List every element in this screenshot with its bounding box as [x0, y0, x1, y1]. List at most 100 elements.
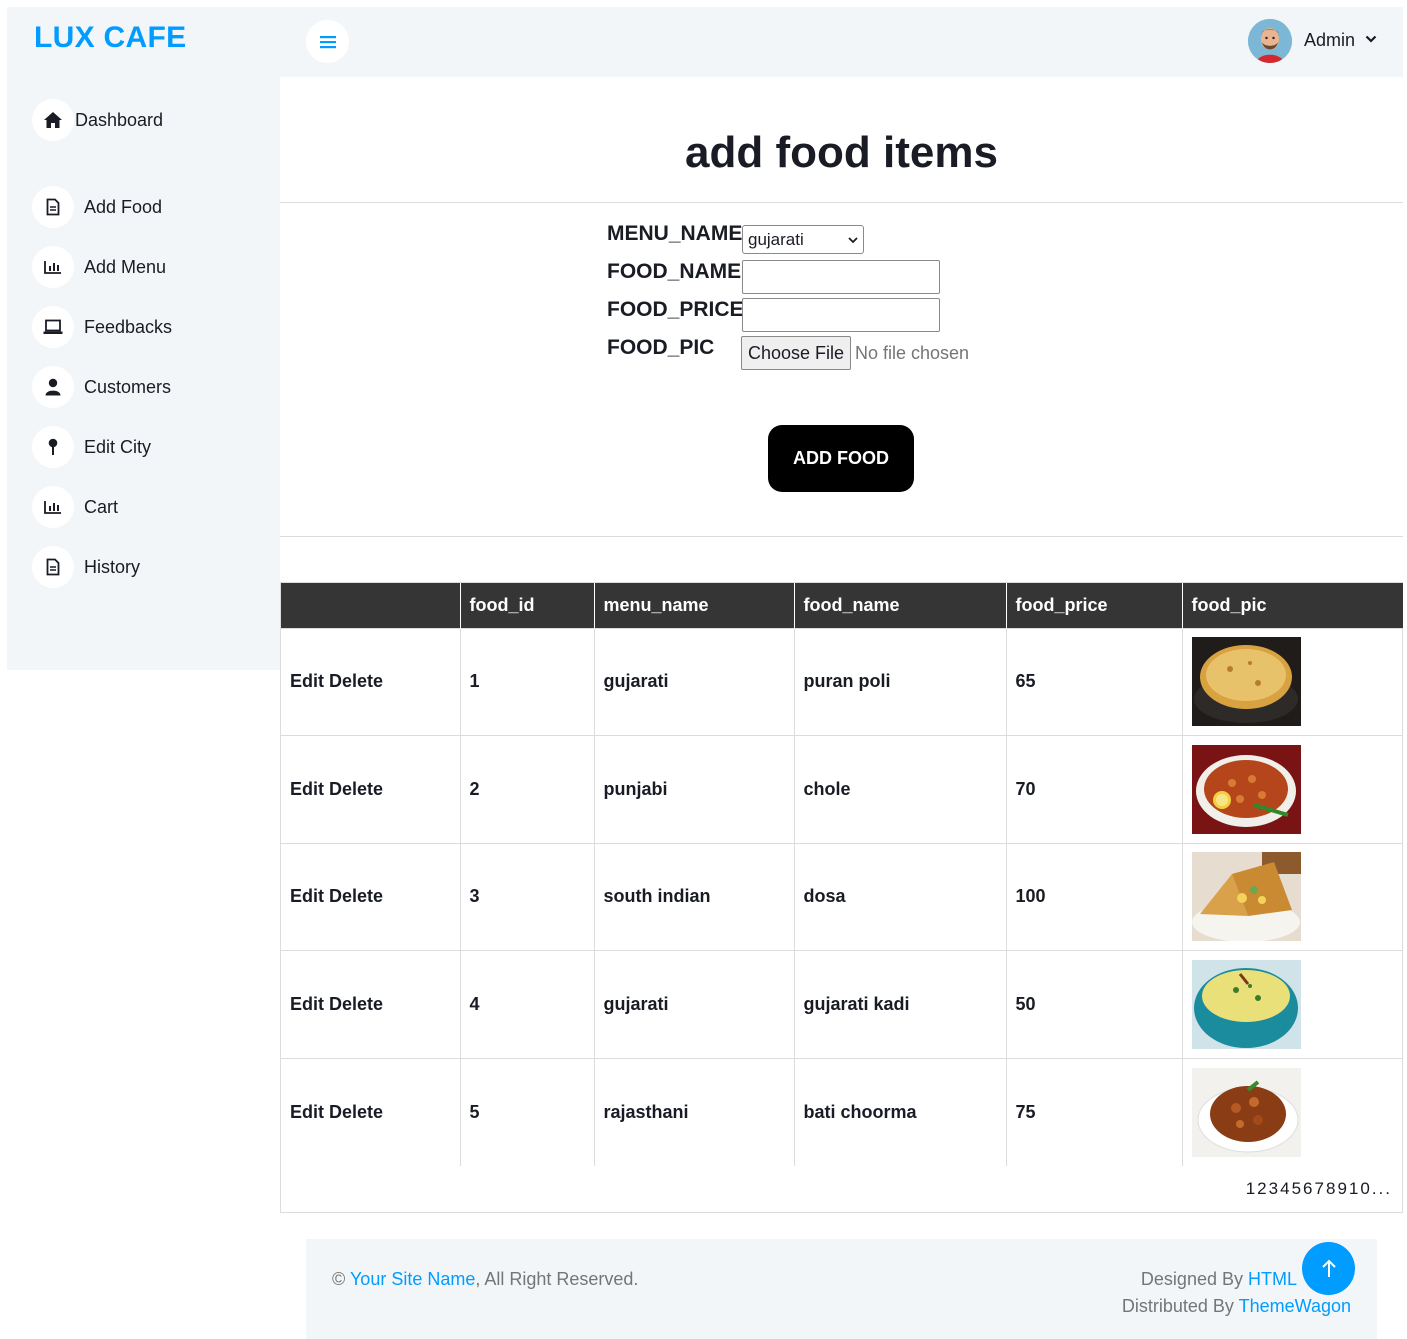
column-header-food-pic: food_pic: [1181, 583, 1403, 628]
column-header-actions: [281, 583, 460, 628]
choose-file-button[interactable]: Choose File: [741, 336, 851, 370]
sidebar-item-feedbacks[interactable]: Feedbacks: [32, 306, 172, 348]
edit-link[interactable]: Edit: [290, 886, 324, 906]
food-pic-cell: [1181, 735, 1403, 843]
sidebar-item-label: Add Menu: [84, 256, 167, 277]
edit-link[interactable]: Edit: [290, 1102, 324, 1122]
page-link[interactable]: 6: [1303, 1179, 1314, 1198]
file-icon: [32, 546, 74, 588]
bar-chart-icon: [32, 246, 74, 288]
site-name-link[interactable]: Your Site Name: [350, 1269, 475, 1289]
delete-link[interactable]: Delete: [329, 779, 383, 799]
food-pic-cell: [1181, 627, 1403, 736]
avatar-image: [1248, 19, 1292, 63]
food-price-cell: 100: [1005, 842, 1182, 951]
table-row: Edit Delete 3 south indian dosa 100: [281, 842, 1403, 951]
sidebar-item-add-food[interactable]: Add Food: [32, 186, 162, 228]
sidebar-item-add-menu[interactable]: Add Menu: [32, 246, 166, 288]
menu-toggle-button[interactable]: [306, 20, 349, 63]
user-name[interactable]: Admin: [1304, 30, 1355, 51]
food-name-label: FOOD_NAME: [607, 260, 742, 283]
food-name-input[interactable]: [742, 260, 940, 294]
column-header-food-name: food_name: [793, 583, 1006, 628]
page-link[interactable]: 3: [1269, 1179, 1280, 1198]
sidebar-item-history[interactable]: History: [32, 546, 140, 588]
food-id-cell: 4: [459, 950, 594, 1058]
column-header-food-id: food_id: [459, 583, 594, 628]
add-food-button[interactable]: ADD FOOD: [768, 425, 914, 492]
brand-logo[interactable]: LUX CAFE: [34, 21, 186, 55]
delete-link[interactable]: Delete: [329, 1102, 383, 1122]
rights-text: , All Right Reserved.: [475, 1269, 639, 1289]
bar-chart-icon: [32, 486, 74, 528]
page-link[interactable]: 8: [1326, 1179, 1337, 1198]
delete-link[interactable]: Delete: [329, 994, 383, 1014]
delete-link[interactable]: Delete: [329, 671, 383, 691]
distributed-by-text: Distributed By: [1121, 1296, 1234, 1316]
back-to-top-button[interactable]: [1302, 1242, 1355, 1295]
actions-cell: Edit Delete: [281, 627, 460, 736]
footer: © Your Site Name, All Right Reserved. De…: [306, 1239, 1377, 1339]
menu-name-cell: south indian: [593, 842, 794, 951]
edit-link[interactable]: Edit: [290, 671, 324, 691]
food-pic-cell: [1181, 842, 1403, 951]
menu-name-label: MENU_NAME: [607, 222, 743, 245]
divider: [280, 202, 1403, 203]
designed-by-text: Designed By: [1140, 1269, 1243, 1289]
sidebar-item-label: Edit City: [84, 436, 152, 457]
topbar: Admin: [280, 7, 1403, 77]
sidebar-item-customers[interactable]: Customers: [32, 366, 171, 408]
food-name-cell: chole: [793, 735, 1006, 843]
food-pic-cell: [1181, 1057, 1403, 1166]
food-name-cell: dosa: [793, 842, 1006, 951]
delete-link[interactable]: Delete: [329, 886, 383, 906]
sidebar-item-label: Add Food: [84, 196, 163, 217]
table-row: Edit Delete 1 gujarati puran poli 65: [281, 627, 1403, 736]
food-image: [1191, 1067, 1301, 1157]
food-pic-cell: [1181, 950, 1403, 1058]
designer-link[interactable]: HTML: [1248, 1269, 1297, 1289]
page-title: add food items: [685, 128, 998, 177]
food-image: [1191, 959, 1301, 1049]
sidebar-item-label: History: [84, 556, 141, 577]
sidebar-item-label: Feedbacks: [84, 316, 173, 337]
edit-link[interactable]: Edit: [290, 994, 324, 1014]
menu-name-cell: gujarati: [593, 627, 794, 736]
food-name-cell: bati choorma: [793, 1057, 1006, 1166]
page-link[interactable]: 4: [1280, 1179, 1291, 1198]
actions-cell: Edit Delete: [281, 950, 460, 1058]
page-link[interactable]: 7: [1315, 1179, 1326, 1198]
pagination: 12345678910...: [1246, 1179, 1392, 1199]
edit-link[interactable]: Edit: [290, 779, 324, 799]
food-image: [1191, 744, 1301, 834]
food-id-cell: 5: [459, 1057, 594, 1166]
distributor-link[interactable]: ThemeWagon: [1239, 1296, 1351, 1316]
hamburger-icon: [319, 35, 336, 48]
table-row: Edit Delete 5 rajasthani bati choorma 75: [281, 1057, 1403, 1166]
sidebar-item-dashboard[interactable]: Dashboard: [32, 99, 163, 141]
page-link[interactable]: 1: [1246, 1179, 1257, 1198]
page-link[interactable]: 5: [1292, 1179, 1303, 1198]
pin-icon: [32, 426, 74, 468]
copyright-symbol: ©: [332, 1269, 346, 1289]
actions-cell: Edit Delete: [281, 735, 460, 843]
chevron-down-icon[interactable]: [1365, 34, 1377, 44]
avatar[interactable]: [1248, 19, 1292, 63]
distributed-by: Distributed By ThemeWagon: [1122, 1296, 1351, 1317]
sidebar-item-edit-city[interactable]: Edit City: [32, 426, 151, 468]
page-link[interactable]: 9: [1337, 1179, 1348, 1198]
page-link[interactable]: 10: [1349, 1179, 1372, 1198]
sidebar-item-label: Cart: [84, 496, 119, 517]
menu-name-select[interactable]: gujarati: [742, 225, 864, 254]
food-id-cell: 2: [459, 735, 594, 843]
sidebar: LUX CAFE Dashboard Add Food Add Menu Fee…: [7, 7, 280, 670]
food-price-input[interactable]: [742, 298, 940, 332]
sidebar-item-cart[interactable]: Cart: [32, 486, 118, 528]
food-id-cell: 3: [459, 842, 594, 951]
food-price-cell: 75: [1005, 1057, 1182, 1166]
page-link-more[interactable]: ...: [1372, 1179, 1392, 1198]
menu-name-cell: punjabi: [593, 735, 794, 843]
page-link[interactable]: 2: [1257, 1179, 1268, 1198]
food-pic-label: FOOD_PIC: [607, 336, 715, 359]
food-price-cell: 65: [1005, 627, 1182, 736]
